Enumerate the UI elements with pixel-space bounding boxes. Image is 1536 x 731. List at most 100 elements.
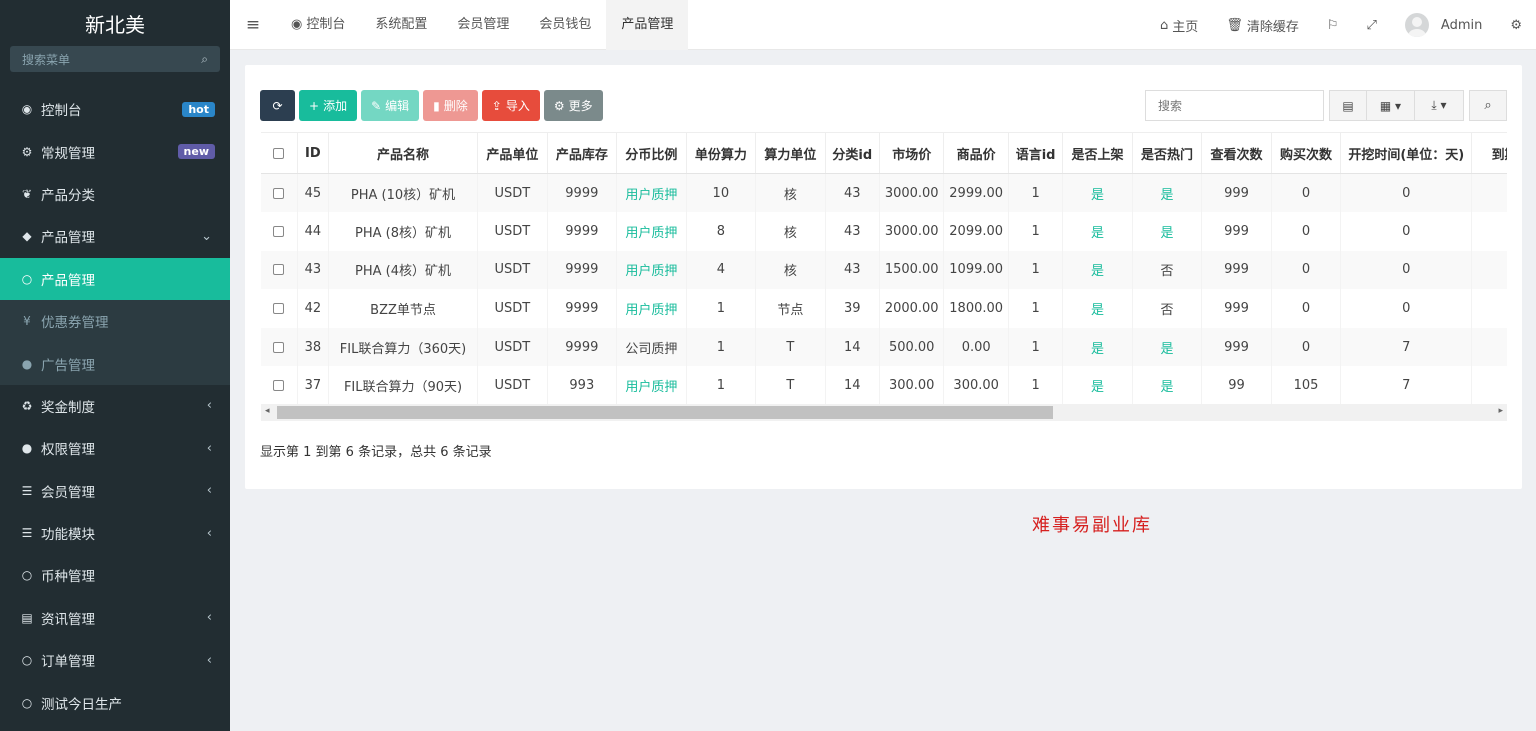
trash-icon: ▮ [433, 98, 440, 113]
table-cell: 1 [686, 289, 757, 328]
user-menu[interactable]: Admin [1391, 13, 1496, 37]
column-header[interactable]: 商品价 [943, 132, 1009, 174]
table-cell: 用户质押 [616, 250, 687, 290]
column-header[interactable]: 开挖时间(单位：天) [1340, 132, 1473, 174]
sidebar-item[interactable]: ● 广告管理 [0, 342, 230, 385]
row-checkbox[interactable] [273, 380, 285, 392]
settings-icon[interactable]: ⚙ [1496, 18, 1536, 33]
column-header[interactable]: 算力单位 [755, 132, 826, 174]
column-header[interactable]: 购买次数 [1271, 132, 1342, 174]
table-row[interactable]: 44 PHA (8核）矿机 USDT 9999 用户质押 8 核 43 3000.00 2099.… [261, 212, 1507, 251]
brand-logo[interactable]: 新北美 [0, 0, 230, 50]
row-checkbox-cell [261, 173, 298, 213]
sidebar-item[interactable]: ▤ 资讯管理 ‹ [0, 597, 230, 639]
columns-dropdown-icon[interactable]: ▦ ▾ [1367, 90, 1415, 121]
sidebar-item-label: 会员管理 [41, 484, 95, 501]
toggle-view-icon[interactable]: ▤ [1329, 90, 1367, 121]
table-row[interactable]: 42 BZZ单节点 USDT 9999 用户质押 1 节点 39 2000.00 1800.00 1… [261, 289, 1507, 328]
scroll-left-icon[interactable]: ◂ [265, 406, 270, 416]
column-header[interactable]: 市场价 [879, 132, 945, 174]
select-all-checkbox[interactable] [273, 147, 285, 159]
column-header[interactable]: 单份算力 [686, 132, 757, 174]
scrollbar-thumb[interactable] [277, 406, 1053, 419]
sidebar-item[interactable]: ◆ 产品管理 ⌄ [0, 215, 230, 257]
sidebar-item[interactable]: ◉ 控制台 hot [0, 88, 230, 130]
row-checkbox-cell [261, 366, 298, 406]
table-cell: USDT [477, 327, 548, 367]
column-header[interactable]: ID [297, 132, 329, 174]
column-header[interactable]: 语言id [1008, 132, 1064, 174]
refresh-button[interactable]: ⟳ [260, 90, 295, 121]
sidebar-item[interactable]: ○ 测试今日生产 [0, 681, 230, 723]
scroll-right-icon[interactable]: ▸ [1498, 406, 1503, 416]
sidebar-item[interactable]: ☰ 会员管理 ‹ [0, 470, 230, 512]
menu-search-input[interactable]: 搜索菜单 ⌕ [10, 46, 220, 72]
circle-icon: ○ [21, 568, 33, 583]
delete-button[interactable]: ▮ 删除 [423, 90, 478, 121]
tab-item[interactable]: 会员管理 [442, 0, 524, 50]
table-cell: 105 [1271, 366, 1342, 406]
menu-badge: new [177, 144, 215, 160]
table-cell: 999 [1201, 250, 1272, 290]
sidebar-item-label: 资讯管理 [41, 611, 95, 628]
trash-icon: 🗑 [1226, 17, 1243, 33]
sidebar-item[interactable]: ☰ 功能模块 ‹ [0, 512, 230, 554]
add-button[interactable]: + 添加 [299, 90, 358, 121]
chevron-left-icon: ‹ [206, 525, 212, 541]
column-header[interactable]: 是否上架 [1062, 132, 1133, 174]
search-button[interactable]: ⌕ [1469, 90, 1507, 121]
table-cell: PHA (10核）矿机 [328, 173, 479, 213]
sidebar-item[interactable]: ♻ 奖金制度 ‹ [0, 385, 230, 427]
table-row[interactable]: 43 PHA (4核）矿机 USDT 9999 用户质押 4 核 43 1500.00 1099.… [261, 250, 1507, 290]
import-button[interactable]: ⇪ 导入 [481, 90, 540, 121]
row-checkbox[interactable] [273, 341, 285, 353]
table-cell: PHA (8核）矿机 [328, 212, 479, 251]
tab-item[interactable]: ◉ 控制台 [276, 0, 360, 50]
table-cell: 0 [1271, 173, 1342, 213]
table-cell: 2000.00 [879, 289, 945, 328]
sidebar-item[interactable]: ❦ 产品分类 [0, 173, 230, 215]
column-header[interactable]: 分类id [825, 132, 880, 174]
column-header[interactable]: 是否热门 [1132, 132, 1203, 174]
row-checkbox[interactable] [273, 264, 285, 276]
sidebar-item[interactable]: ○ 币种管理 [0, 554, 230, 596]
sidebar-item[interactable]: ○ 产品管理 [0, 257, 230, 300]
leaf-icon: ❦ [21, 186, 33, 201]
column-header[interactable]: 产品单位 [477, 132, 548, 174]
tab-item[interactable]: 产品管理 [606, 0, 689, 50]
tab-item[interactable]: 会员钱包 [524, 0, 606, 50]
table-row[interactable]: 38 FIL联合算力（360天) USDT 9999 公司质押 1 T 14 500.00 0.0… [261, 327, 1507, 367]
table-cell: 14 [825, 366, 880, 406]
home-link[interactable]: ⌂ 主页 [1146, 16, 1212, 35]
table-view-tools: ▤ ▦ ▾ ⤓ ▾ [1329, 90, 1464, 121]
column-header[interactable]: 分币比例 [616, 132, 687, 174]
table-row[interactable]: 45 PHA (10核）矿机 USDT 9999 用户质押 10 核 43 3000.00 299… [261, 173, 1507, 213]
table-search-input[interactable] [1145, 90, 1324, 121]
sidebar-item[interactable]: ● 权限管理 ‹ [0, 427, 230, 469]
sidebar-item[interactable]: ○ 订单管理 ‹ [0, 639, 230, 681]
menu-toggle-icon[interactable]: ≡ [230, 15, 276, 35]
table-row[interactable]: 37 FIL联合算力（90天) USDT 993 用户质押 1 T 14 300.00 300.0… [261, 366, 1507, 406]
fullscreen-icon[interactable]: ⤢ [1353, 18, 1391, 33]
clear-cache-button[interactable]: 🗑 清除缓存 [1212, 16, 1313, 35]
row-checkbox[interactable] [273, 303, 285, 315]
more-button[interactable]: ⚙ 更多 [543, 90, 603, 121]
horizontal-scrollbar[interactable]: ◂ ▸ [261, 404, 1507, 421]
edit-button[interactable]: ✎ 编辑 [361, 90, 420, 121]
export-dropdown-icon[interactable]: ⤓ ▾ [1415, 90, 1464, 121]
row-checkbox[interactable] [273, 225, 285, 237]
tab-item[interactable]: 系统配置 [360, 0, 442, 50]
table-cell: 999 [1201, 327, 1272, 367]
column-header[interactable]: 产品库存 [547, 132, 618, 174]
sidebar-item[interactable]: ¥ 优惠券管理 [0, 299, 230, 343]
row-checkbox[interactable] [273, 187, 285, 199]
table-cell: 是 [1132, 173, 1203, 213]
table-cell: 42 [297, 289, 329, 328]
column-header[interactable]: 产品名称 [328, 132, 479, 174]
sidebar-item-label: 测试今日生产 [41, 696, 122, 713]
column-header[interactable]: 查看次数 [1201, 132, 1272, 174]
language-icon[interactable]: ⚐ [1313, 18, 1353, 33]
sidebar-item[interactable]: ⚙ 常规管理 new [0, 130, 230, 172]
column-header[interactable]: 到期时 [1471, 132, 1507, 174]
sidebar-item-label: 广告管理 [41, 357, 95, 374]
